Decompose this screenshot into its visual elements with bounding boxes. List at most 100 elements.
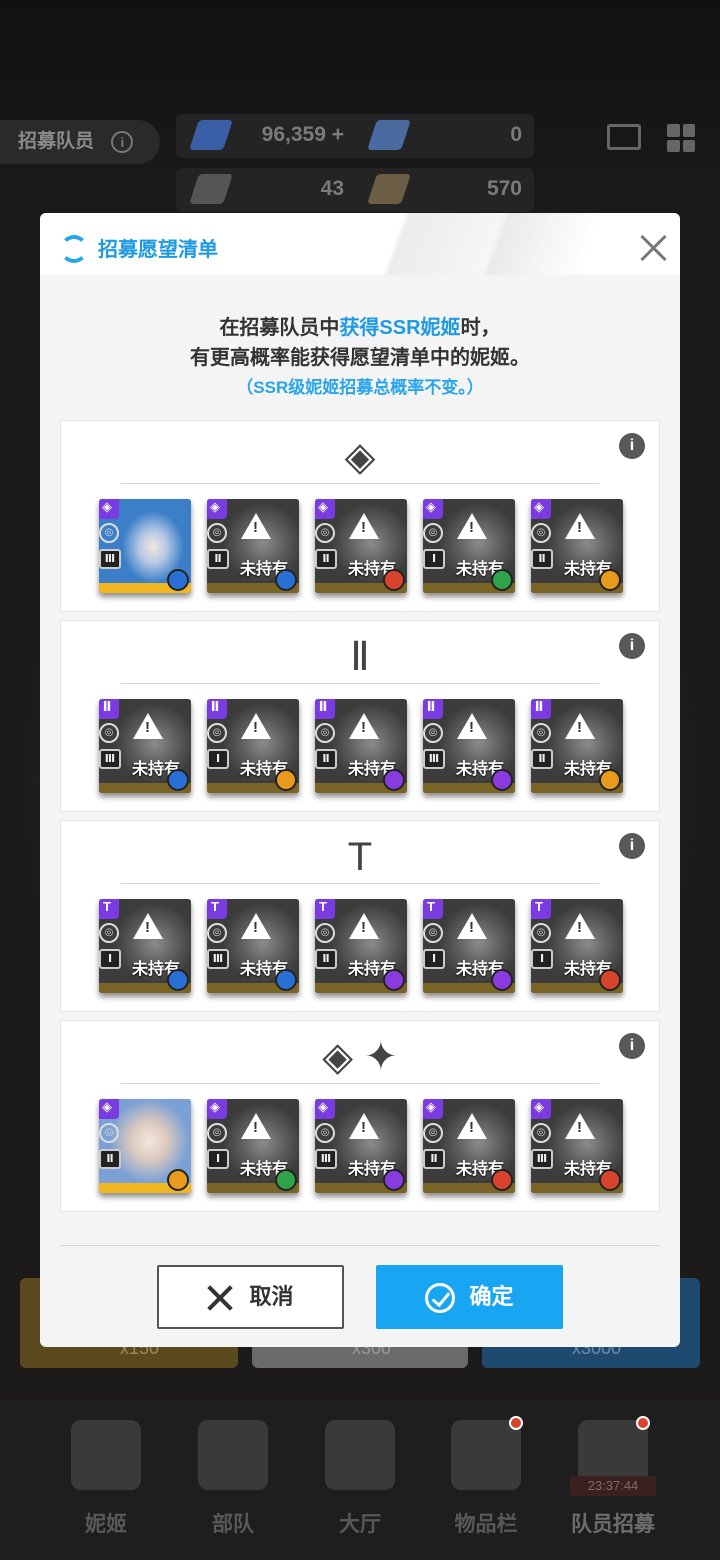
burst-badge: Ⅲ [315,1149,337,1169]
nikke-card-unowned[interactable]: ◈◎Ⅱ未持有 [207,499,299,593]
burst-badge: Ⅰ [99,949,121,969]
manufacturer-badge-icon: Ⅱ [531,699,551,719]
nikke-card-unowned[interactable]: ◈◎Ⅱ未持有 [315,499,407,593]
manufacturer-badge-icon: ◈ [531,1099,551,1119]
warning-icon [565,1113,595,1139]
class-icon: ◎ [423,723,443,743]
nikke-card-unowned[interactable]: Ⅱ◎Ⅲ未持有 [99,699,191,793]
warning-icon [457,513,487,539]
warning-icon [349,713,379,739]
wishlist-modal: 招募愿望清单 在招募队员中获得SSR妮姬时， 有更高概率能获得愿望清单中的妮姬。… [40,213,680,1347]
nikke-card-owned[interactable]: ◈ ◎ Ⅱ [99,1099,191,1193]
info-icon[interactable]: i [111,130,134,153]
menu-grid-icon[interactable] [667,124,695,152]
cancel-button[interactable]: 取消 [157,1265,344,1329]
close-button[interactable] [638,233,668,263]
class-icon: ◎ [207,923,227,943]
section-divider [121,1083,599,1084]
manufacturer-badge-icon: Ⅱ [207,699,227,719]
burst-badge: Ⅱ [99,1149,121,1169]
element-icon [383,769,405,791]
warning-icon [349,1113,379,1139]
recruit-alert-dot [636,1416,650,1430]
burst-badge: Ⅰ [531,949,553,969]
nikke-card-unowned[interactable]: Ⅱ◎Ⅱ未持有 [315,699,407,793]
nikke-card-unowned[interactable]: Ⅱ◎Ⅲ未持有 [423,699,515,793]
manufacturer-badge-icon: ◈ [99,499,119,519]
element-icon [383,969,405,991]
nikke-card-row: Ⅱ◎Ⅲ未持有Ⅱ◎Ⅰ未持有Ⅱ◎Ⅱ未持有Ⅱ◎Ⅲ未持有Ⅱ◎Ⅱ未持有 [99,699,629,795]
nav-nikke[interactable]: 妮姬 [46,1420,166,1550]
manufacturer-badge-icon: T [315,899,335,919]
nikke-card-unowned[interactable]: ◈◎Ⅱ未持有 [423,1099,515,1193]
section-divider [121,883,599,884]
nikke-card-unowned[interactable]: Ⅱ◎Ⅰ未持有 [207,699,299,793]
section-divider [121,483,599,484]
burst-badge: Ⅰ [423,549,445,569]
nikke-card-unowned[interactable]: ◈◎Ⅱ未持有 [531,499,623,593]
class-icon: ◎ [315,923,335,943]
warning-icon [349,513,379,539]
currency-row-1: 96,359 + 0 [176,114,534,158]
screen-title: 招募队员 i [0,120,160,164]
nikke-card-unowned[interactable]: T◎Ⅰ未持有 [531,899,623,993]
element-icon [599,569,621,591]
info-icon[interactable]: i [619,1033,645,1059]
info-icon[interactable]: i [619,633,645,659]
element-icon [491,969,513,991]
recruit-ticket-count: 43 [320,177,344,200]
nikke-card-row: ◈◎Ⅲ◈◎Ⅱ未持有◈◎Ⅱ未持有◈◎Ⅰ未持有◈◎Ⅱ未持有 [99,499,629,595]
ticket-icon [367,120,411,150]
nikke-card-unowned[interactable]: ◈◎Ⅰ未持有 [207,1099,299,1193]
gem-count[interactable]: 96,359 + [262,123,344,147]
nikke-card-unowned[interactable]: ◈◎Ⅲ未持有 [315,1099,407,1193]
manufacturer-badge-icon: T [531,899,551,919]
mail-icon[interactable] [607,124,641,150]
info-icon[interactable]: i [619,433,645,459]
class-icon: ◎ [99,1123,119,1143]
nav-inventory[interactable]: 物品栏 [426,1420,546,1550]
confirm-button[interactable]: 确定 [376,1265,563,1329]
top-bar: 招募队员 i 96,359 + 0 43 570 [0,112,720,212]
class-icon: ◎ [207,1123,227,1143]
nikke-card-unowned[interactable]: ◈◎Ⅰ未持有 [423,499,515,593]
inventory-icon [451,1420,521,1490]
info-icon[interactable]: i [619,833,645,859]
manufacturer-badge-icon: T [99,899,119,919]
burst-badge: Ⅱ [423,1149,445,1169]
manufacturer-section: ◈i◈◎Ⅲ◈◎Ⅱ未持有◈◎Ⅱ未持有◈◎Ⅰ未持有◈◎Ⅱ未持有 [60,420,660,612]
element-icon [383,569,405,591]
class-icon: ◎ [423,923,443,943]
class-icon: ◎ [207,523,227,543]
nikke-card-unowned[interactable]: T◎Ⅲ未持有 [207,899,299,993]
warning-icon [565,513,595,539]
element-icon [491,769,513,791]
nikke-card-unowned[interactable]: T◎Ⅱ未持有 [315,899,407,993]
nikke-card-unowned[interactable]: T◎Ⅰ未持有 [99,899,191,993]
element-icon [491,569,513,591]
missilis-icon: Ⅱ [350,635,370,679]
nikke-card-owned[interactable]: ◈ ◎ Ⅲ [99,499,191,593]
element-icon [275,569,297,591]
nikke-card-unowned[interactable]: ◈◎Ⅲ未持有 [531,1099,623,1193]
class-icon: ◎ [315,523,335,543]
nikke-card-row: ◈◎Ⅱ◈◎Ⅰ未持有◈◎Ⅲ未持有◈◎Ⅱ未持有◈◎Ⅲ未持有 [99,1099,629,1195]
nav-squad[interactable]: 部队 [173,1420,293,1550]
class-icon: ◎ [531,723,551,743]
manufacturer-section: TiT◎Ⅰ未持有T◎Ⅲ未持有T◎Ⅱ未持有T◎Ⅰ未持有T◎Ⅰ未持有 [60,820,660,1012]
warning-icon [241,913,271,939]
burst-badge: Ⅱ [531,549,553,569]
element-icon [275,1169,297,1191]
nikke-card-unowned[interactable]: Ⅱ◎Ⅱ未持有 [531,699,623,793]
nikke-card-unowned[interactable]: T◎Ⅰ未持有 [423,899,515,993]
nav-lobby[interactable]: 大厅 [300,1420,420,1550]
warning-icon [241,713,271,739]
lobby-icon [325,1420,395,1490]
squad-icon [198,1420,268,1490]
burst-badge: Ⅲ [531,1149,553,1169]
class-icon: ◎ [531,1123,551,1143]
burst-badge: Ⅱ [315,549,337,569]
ticket-count: 0 [510,123,522,146]
pilgrim-abnormal-icon: ◈ ✦ [322,1035,398,1079]
refresh-icon [60,235,88,263]
